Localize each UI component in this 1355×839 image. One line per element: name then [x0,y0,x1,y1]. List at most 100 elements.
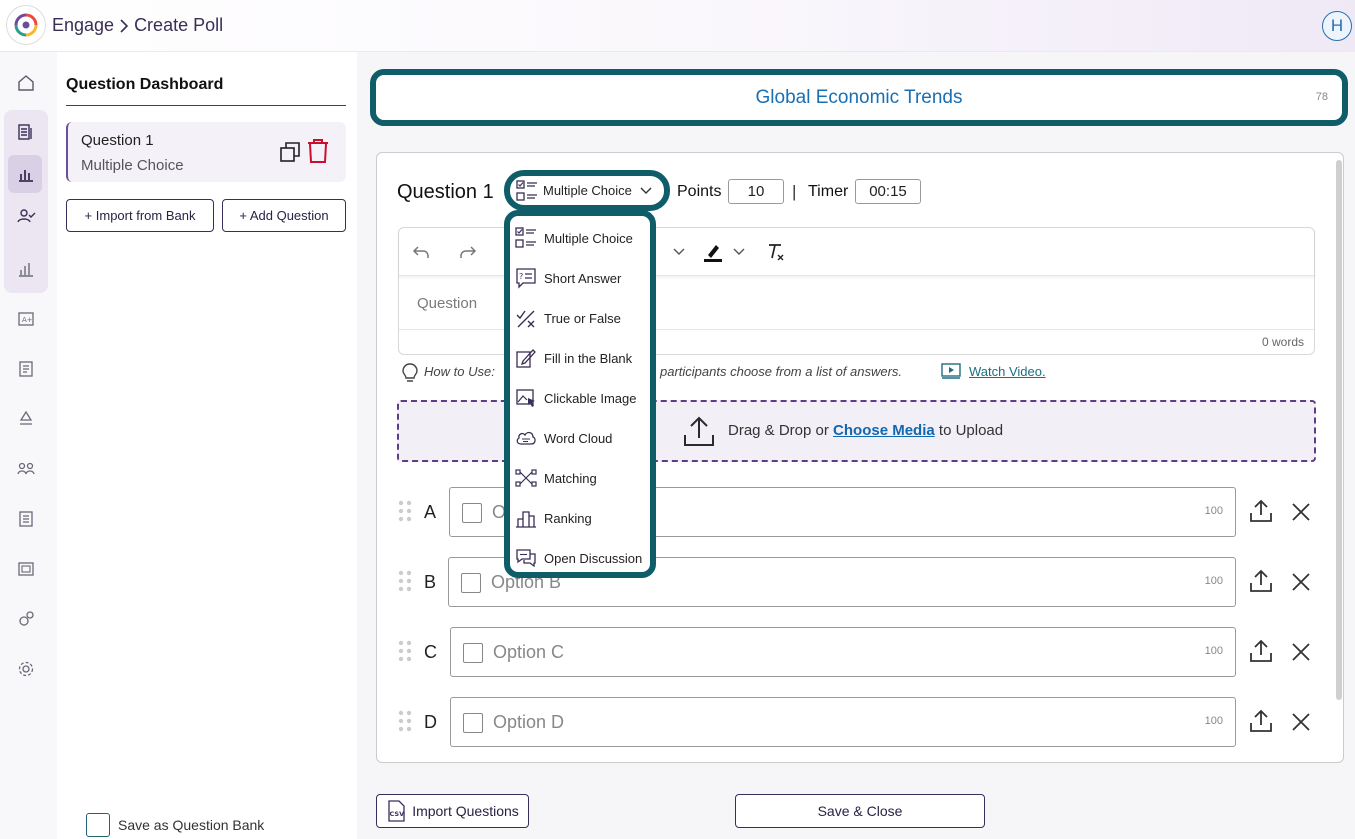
recycle-icon[interactable] [14,407,38,431]
report-icon[interactable] [14,357,38,381]
gears-icon[interactable] [14,607,38,631]
menu-item-open-discussion[interactable]: Open Discussion [514,541,654,575]
menu-item-clickable-image[interactable]: Clickable Image [514,381,654,415]
breadcrumb-create-poll: Create Poll [134,15,224,35]
close-icon[interactable] [1289,570,1313,594]
dashboard-divider [66,105,346,106]
menu-item-ranking[interactable]: Ranking [514,501,654,535]
upload-icon[interactable] [1248,568,1274,594]
watch-video-text[interactable]: Watch Video. [969,364,1046,379]
menu-item-multiple-choice[interactable]: Multiple Choice [514,221,654,255]
question-card-title: Question 1 [81,132,154,149]
highlight-icon[interactable] [701,240,725,264]
watch-video-link[interactable]: Watch Video. [941,362,1046,380]
poll-title[interactable]: Global Economic Trends [376,87,1342,109]
logo-icon [14,13,38,37]
option-input[interactable]: Option C 100 [450,627,1236,677]
grade-icon[interactable]: A+ [14,307,38,331]
user-check-icon[interactable] [14,204,38,228]
separator: | [792,182,797,201]
home-icon[interactable] [14,71,38,95]
drag-handle-icon[interactable] [397,710,413,732]
duplicate-icon[interactable] [278,140,302,164]
user-avatar[interactable]: H [1322,11,1352,41]
breadcrumb: Engage Create Poll [52,15,223,36]
close-icon[interactable] [1289,640,1313,664]
option-input[interactable]: Option D 100 [450,697,1236,747]
save-as-bank-checkbox[interactable] [86,813,110,837]
add-question-button[interactable]: + Add Question [222,199,346,232]
scrollbar-thumb[interactable] [1336,160,1342,700]
drag-handle-icon[interactable] [397,640,413,662]
points-input[interactable]: 10 [728,179,784,204]
clear-format-icon[interactable] [763,240,787,264]
breadcrumb-engage[interactable]: Engage [52,15,114,36]
upload-icon[interactable] [1248,638,1274,664]
menu-item-short-answer[interactable]: ? Short Answer [514,261,654,295]
upload-icon[interactable] [1248,708,1274,734]
menu-item-word-cloud[interactable]: Word Cloud [514,421,654,455]
matching-icon [514,466,538,490]
option-letter: A [424,502,437,522]
gallery-icon[interactable] [14,557,38,581]
question-card[interactable]: Question 1 Multiple Choice [66,122,346,182]
howto-label: How to Use: [424,364,495,379]
dropzone-post: to Upload [938,422,1004,439]
menu-item-label: Open Discussion [544,550,643,566]
redo-icon[interactable] [456,240,480,264]
poll-title-field[interactable]: Global Economic Trends 78 [370,69,1348,126]
document-list-icon[interactable] [14,120,38,144]
word-count: 0 words [1261,335,1304,349]
correct-answer-checkbox[interactable] [463,643,483,663]
ranking-icon [514,506,538,530]
poll-title-count: 78 [1315,91,1328,103]
save-as-bank-label: Save as Question Bank [118,817,265,833]
drag-handle-icon[interactable] [397,570,413,592]
timer-input[interactable]: 00:15 [855,179,921,204]
word-cloud-icon [514,426,538,450]
undo-icon[interactable] [409,240,433,264]
question-card-type: Multiple Choice [81,157,184,174]
menu-item-label: Multiple Choice [544,230,633,246]
option-char-count: 100 [1204,645,1223,657]
menu-item-label: Word Cloud [544,430,613,446]
howto-hint [400,362,420,384]
correct-answer-checkbox[interactable] [463,713,483,733]
dropzone-text: Drag & Drop or Choose Media to Upload [728,422,1003,439]
option-letter: C [424,642,437,662]
question-label: Question 1 [397,181,494,203]
question-type-menu: Multiple Choice ? Short Answer True or F… [504,210,656,578]
app-logo[interactable] [6,5,46,45]
menu-item-label: Short Answer [544,270,622,286]
csv-badge: CSV [390,810,405,818]
group-icon[interactable] [14,457,38,481]
upload-icon[interactable] [1248,498,1274,524]
choose-media-link[interactable]: Choose Media [833,422,935,439]
drag-handle-icon[interactable] [397,500,413,522]
notes-icon[interactable] [14,507,38,531]
csv-file-icon: CSV [388,800,405,822]
text-color-chevron-icon[interactable] [667,240,691,264]
correct-answer-checkbox[interactable] [462,503,482,523]
highlight-chevron-icon[interactable] [727,240,751,264]
trash-icon[interactable] [306,138,330,164]
correct-answer-checkbox[interactable] [461,573,481,593]
option-char-count: 100 [1204,715,1223,727]
save-close-button[interactable]: Save & Close [735,794,985,828]
bar-chart-icon[interactable] [14,162,38,186]
settings-icon[interactable] [14,657,38,681]
analytics-icon[interactable] [14,257,38,281]
question-type-dropdown[interactable]: Multiple Choice [504,170,670,211]
menu-item-label: True or False [544,310,621,326]
import-from-bank-button[interactable]: + Import from Bank [66,199,214,232]
menu-item-true-false[interactable]: True or False [514,301,654,335]
close-icon[interactable] [1289,710,1313,734]
close-icon[interactable] [1289,500,1313,524]
menu-item-label: Ranking [544,510,592,526]
menu-item-fill-blank[interactable]: Fill in the Blank [514,341,654,375]
open-discussion-icon [514,546,538,570]
chevron-down-icon [640,187,652,194]
true-false-icon [514,306,538,330]
menu-item-matching[interactable]: Matching [514,461,654,495]
import-questions-button[interactable]: CSV Import Questions [376,794,529,828]
